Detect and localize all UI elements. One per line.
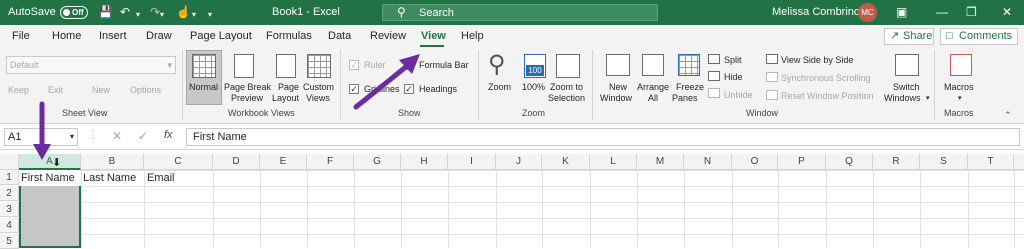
annotation-arrows: ⬇ xyxy=(33,54,420,169)
arrow-head-column-a xyxy=(33,144,51,160)
column-select-cursor-icon: ⬇ xyxy=(52,156,61,169)
arrow-to-view-tab xyxy=(353,59,415,110)
